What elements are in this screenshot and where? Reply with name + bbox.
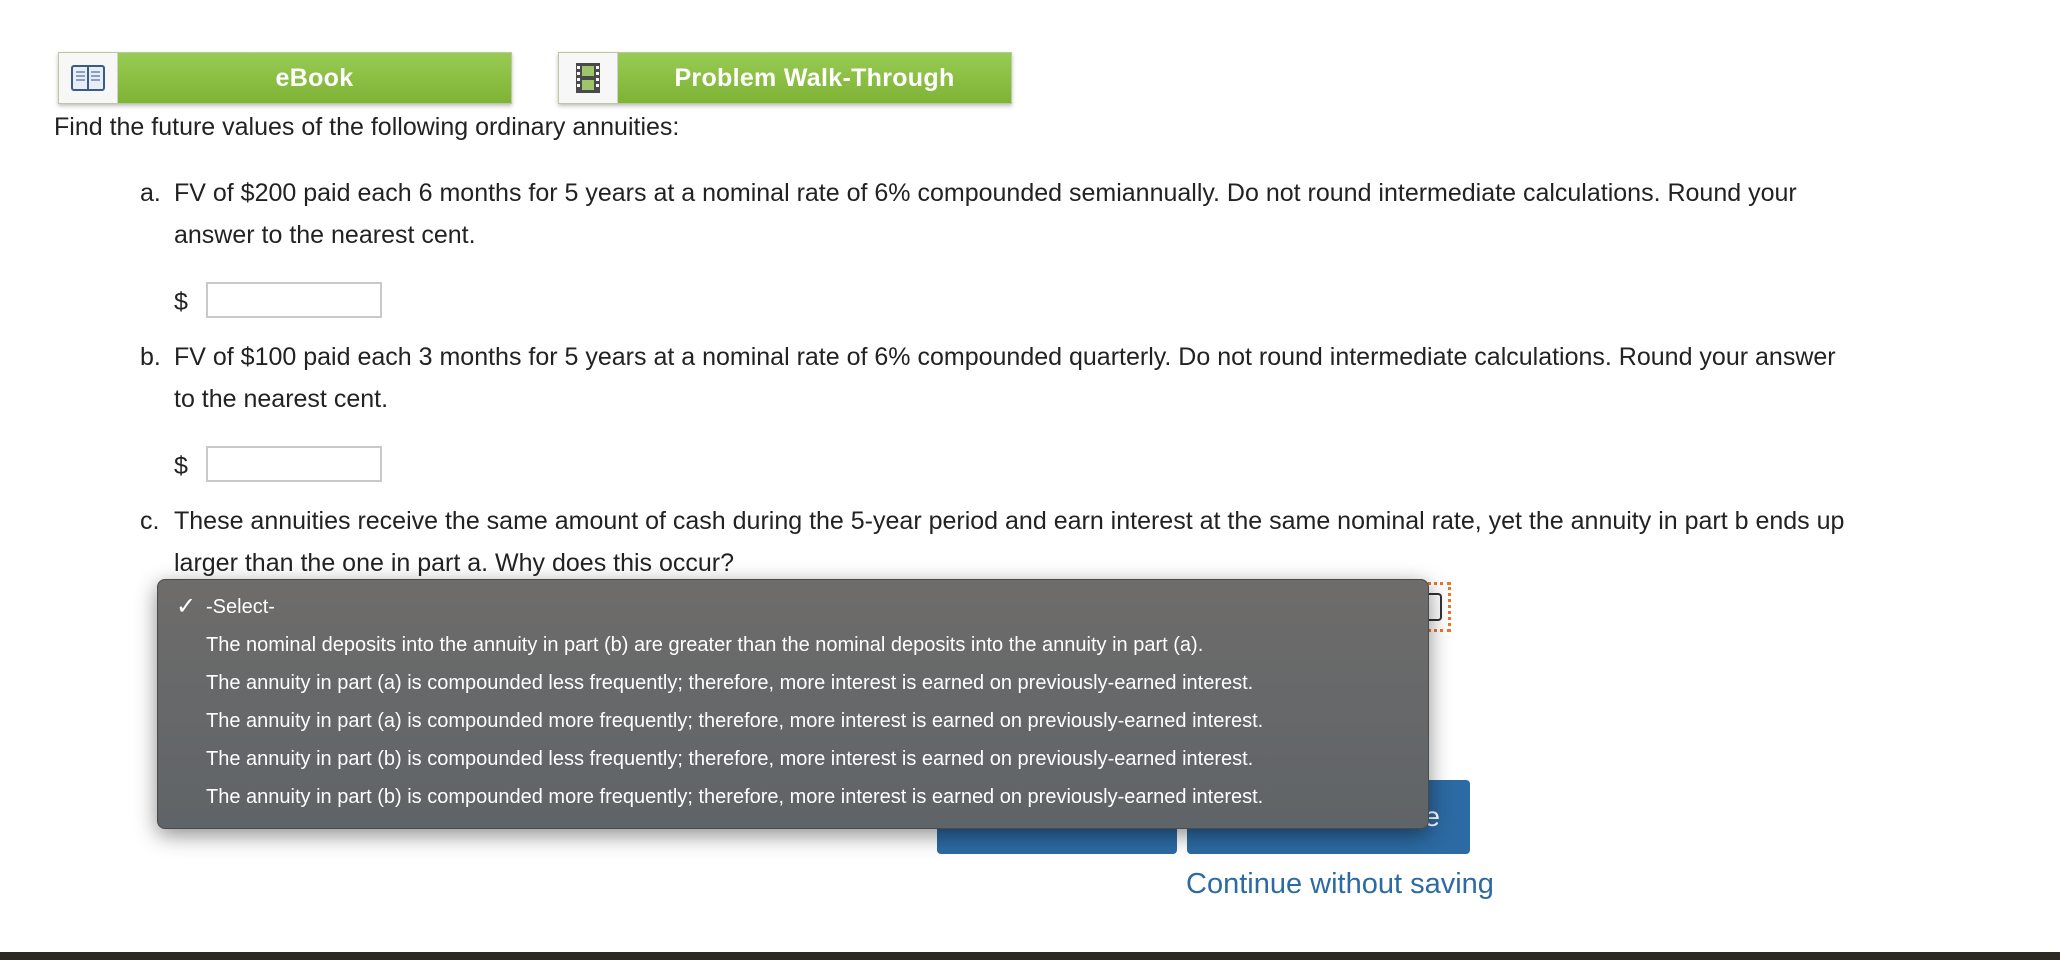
checkmark-icon: ✓ <box>176 593 197 620</box>
dropdown-option-label: The annuity in part (b) is compounded mo… <box>206 786 1264 808</box>
question-c: c. These annuities receive the same amoun… <box>140 500 2030 584</box>
dropdown-option-label: The annuity in part (b) is compounded le… <box>206 748 1254 770</box>
answer-c-dropdown-list[interactable]: ✓ -Select- The nominal deposits into the… <box>157 579 1429 829</box>
bottom-bar <box>0 952 2060 960</box>
currency-label: $ <box>174 452 188 480</box>
question-a: a. FV of $200 paid each 6 months for 5 ye… <box>140 172 2030 256</box>
answer-b-input[interactable] <box>206 446 382 482</box>
dropdown-option-label: -Select- <box>206 596 275 618</box>
question-text-continued: larger than the one in part a. Why does … <box>174 549 735 577</box>
question-letter: a. <box>140 179 161 207</box>
dropdown-option-label: The annuity in part (a) is compounded le… <box>206 672 1254 694</box>
question-b: b. FV of $100 paid each 3 months for 5 ye… <box>140 336 2030 420</box>
dropdown-option[interactable]: The annuity in part (b) is compounded le… <box>158 740 1428 778</box>
question-text: FV of $100 paid each 3 months for 5 year… <box>174 343 1836 371</box>
dropdown-option[interactable]: The annuity in part (a) is compounded mo… <box>158 702 1428 740</box>
dropdown-option-label: The nominal deposits into the annuity in… <box>206 634 1204 656</box>
continue-without-saving-link[interactable]: Continue without saving <box>1186 868 1494 901</box>
problem-walkthrough-button[interactable]: Problem Walk-Through <box>558 52 1012 104</box>
book-icon <box>59 53 118 103</box>
question-text: These annuities receive the same amount … <box>174 507 1845 535</box>
currency-label: $ <box>174 288 188 316</box>
answer-a-input[interactable] <box>206 282 382 318</box>
film-icon <box>559 53 618 103</box>
question-text-continued: answer to the nearest cent. <box>174 221 476 249</box>
dropdown-option[interactable]: The annuity in part (b) is compounded mo… <box>158 778 1428 816</box>
question-letter: b. <box>140 343 161 371</box>
instructions-text: Find the future values of the following … <box>54 113 680 141</box>
page: eBook Problem Walk-Through Find the futu… <box>0 0 2060 960</box>
dropdown-option-select[interactable]: ✓ -Select- <box>158 588 1428 626</box>
dropdown-option[interactable]: The annuity in part (a) is compounded le… <box>158 664 1428 702</box>
problem-walkthrough-label: Problem Walk-Through <box>618 53 1011 103</box>
dropdown-option-label: The annuity in part (a) is compounded mo… <box>206 710 1264 732</box>
question-text: FV of $200 paid each 6 months for 5 year… <box>174 179 1797 207</box>
question-text-continued: to the nearest cent. <box>174 385 389 413</box>
dropdown-option[interactable]: The nominal deposits into the annuity in… <box>158 626 1428 664</box>
ebook-button-label: eBook <box>118 53 511 103</box>
ebook-button[interactable]: eBook <box>58 52 512 104</box>
question-letter: c. <box>140 507 160 535</box>
